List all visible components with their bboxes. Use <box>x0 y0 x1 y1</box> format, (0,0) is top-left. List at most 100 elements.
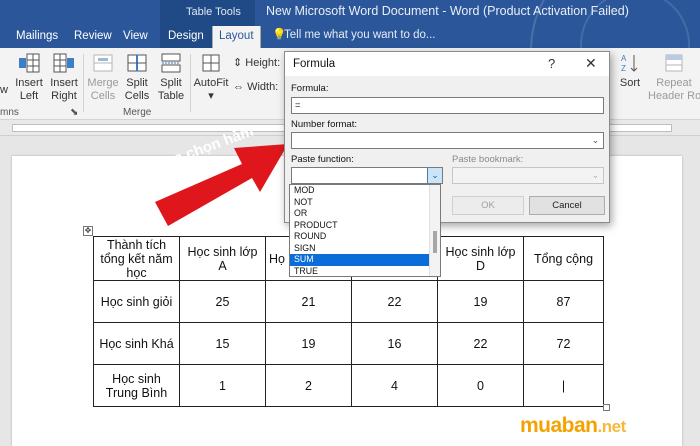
tell-me-text: Tell me what you want to do... <box>284 29 436 41</box>
cancel-button[interactable]: Cancel <box>529 196 605 215</box>
table-header-cell[interactable]: Tổng cộng <box>523 236 604 281</box>
context-label: Table Tools <box>186 6 241 18</box>
view-gridlines-button[interactable]: w <box>0 84 10 97</box>
paste-function-label: Paste function: <box>291 154 354 165</box>
split-cells-icon <box>127 54 147 72</box>
tell-me-box[interactable]: 💡Tell me what you want to do... <box>272 27 436 41</box>
lightbulb-icon: 💡 <box>272 29 287 41</box>
table-cell[interactable]: 19 <box>437 280 524 323</box>
table-cell[interactable]: 16 <box>351 322 438 365</box>
table-cell[interactable]: Học sinh Khá <box>93 322 180 365</box>
column-width-control[interactable]: ⇔ Width: <box>233 81 278 94</box>
paste-function-select[interactable]: ⌄ <box>291 167 443 184</box>
list-item[interactable]: OR <box>290 208 440 220</box>
table-move-handle[interactable]: ✥ <box>83 226 93 236</box>
repeat-header-rows-button[interactable]: RepeatHeader Row <box>648 52 700 103</box>
table-row: Học sinh Trung Bình 1 2 4 0 | <box>93 364 604 407</box>
table-cell[interactable]: 22 <box>351 280 438 323</box>
list-item[interactable]: MOD <box>290 185 440 197</box>
formula-input[interactable]: = <box>291 97 604 114</box>
group-label-rows-columns: mns <box>0 107 19 118</box>
paste-bookmark-label: Paste bookmark: <box>452 154 524 165</box>
list-item[interactable]: PRODUCT <box>290 220 440 232</box>
table-cell[interactable]: 15 <box>179 322 266 365</box>
table-cell[interactable]: Học sinh Trung Bình <box>93 364 180 407</box>
table-cell[interactable]: 21 <box>265 280 352 323</box>
number-format-label: Number format: <box>291 119 357 130</box>
document-title: New Microsoft Word Document - Word (Prod… <box>266 4 629 18</box>
insert-right-icon <box>53 53 74 73</box>
list-scrollbar[interactable] <box>429 185 440 276</box>
table-cell[interactable]: 87 <box>523 280 604 323</box>
tab-layout[interactable]: Layout <box>212 26 261 48</box>
tab-design[interactable]: Design <box>162 26 210 48</box>
insert-left-button[interactable]: Insert Left <box>12 52 46 103</box>
ribbon-label: Split <box>126 77 148 89</box>
dialog-launcher-icon[interactable]: ⬊ <box>70 107 78 118</box>
tab-mailings[interactable]: Mailings <box>10 26 64 48</box>
split-cells-button[interactable]: Split Cells <box>120 52 154 103</box>
table-cell[interactable]: 22 <box>437 322 524 365</box>
list-item[interactable]: ROUND <box>290 231 440 243</box>
dialog-titlebar: Formula ? ✕ <box>285 52 609 76</box>
autofit-button[interactable]: AutoFit ▾ <box>192 52 230 103</box>
ribbon-label: Right <box>51 90 77 102</box>
tab-review[interactable]: Review <box>68 26 118 48</box>
row-height-control[interactable]: ⇕ Height: <box>233 57 280 70</box>
sort-button[interactable]: AZ Sort <box>615 52 645 90</box>
table-header-cell[interactable]: Thành tích tổng kết năm học <box>93 236 180 281</box>
table-header-cell[interactable]: Học sinh lớp D <box>437 236 524 281</box>
ribbon-label: Table <box>157 90 185 102</box>
svg-text:A: A <box>621 54 627 63</box>
formula-label: Formula: <box>291 83 329 94</box>
list-item[interactable]: SIGN <box>290 243 440 255</box>
ribbon-label: w <box>0 84 8 96</box>
scrollbar-thumb[interactable] <box>433 231 437 253</box>
autofit-icon <box>202 54 220 72</box>
help-button[interactable]: ? <box>548 56 555 71</box>
list-item[interactable]: NOT <box>290 197 440 209</box>
watermark-suffix: .net <box>597 417 627 436</box>
number-format-select[interactable]: ⌄ <box>291 132 604 149</box>
ribbon-label: Merge <box>87 77 119 89</box>
table-row: Học sinh Khá 15 19 16 22 72 <box>93 322 604 365</box>
divider <box>190 54 191 112</box>
chevron-down-icon[interactable]: ⌄ <box>427 168 442 183</box>
watermark-text: muaban <box>520 414 598 437</box>
ribbon-label: Repeat <box>656 77 692 89</box>
table-resize-handle[interactable] <box>603 404 610 411</box>
paste-bookmark-select[interactable]: ⌄ <box>452 167 604 184</box>
watermark-logo: muaban.net <box>520 414 626 438</box>
sort-icon: AZ <box>621 54 638 73</box>
table-cell-cursor[interactable]: | <box>523 364 604 407</box>
paste-function-list[interactable]: MOD NOT OR PRODUCT ROUND SIGN SUM TRUE <box>289 184 441 277</box>
close-button[interactable]: ✕ <box>585 55 597 72</box>
table-cell[interactable]: 19 <box>265 322 352 365</box>
table-cell[interactable]: 2 <box>265 364 352 407</box>
svg-text:Z: Z <box>621 64 626 73</box>
table-cell[interactable]: 72 <box>523 322 604 365</box>
tab-view[interactable]: View <box>117 26 154 48</box>
table-cell[interactable]: 0 <box>437 364 524 407</box>
split-table-button[interactable]: Split Table <box>154 52 188 103</box>
table-cell[interactable]: Học sinh giỏi <box>93 280 180 323</box>
insert-left-icon <box>19 53 40 73</box>
table-cell[interactable]: 4 <box>351 364 438 407</box>
merge-cells-icon <box>93 54 113 72</box>
chevron-down-icon: ⌄ <box>591 170 600 180</box>
table-cell[interactable]: 1 <box>179 364 266 407</box>
table-header-cell[interactable]: Học sinh lớp A <box>179 236 266 281</box>
merge-cells-button[interactable]: Merge Cells <box>86 52 120 103</box>
ribbon-label: Left <box>19 90 39 102</box>
list-item[interactable]: TRUE <box>290 266 440 277</box>
chevron-down-icon: ⌄ <box>591 135 600 145</box>
list-item-selected[interactable]: SUM <box>290 254 440 266</box>
ribbon-label: Cells <box>124 90 150 102</box>
insert-right-button[interactable]: Insert Right <box>47 52 81 103</box>
table-cell[interactable]: 25 <box>179 280 266 323</box>
divider <box>83 54 84 112</box>
title-bar: Table Tools New Microsoft Word Document … <box>0 0 700 48</box>
row-height-icon: ⇕ <box>233 57 243 69</box>
ok-button[interactable]: OK <box>452 196 524 215</box>
ribbon-label: Sort <box>619 77 641 89</box>
